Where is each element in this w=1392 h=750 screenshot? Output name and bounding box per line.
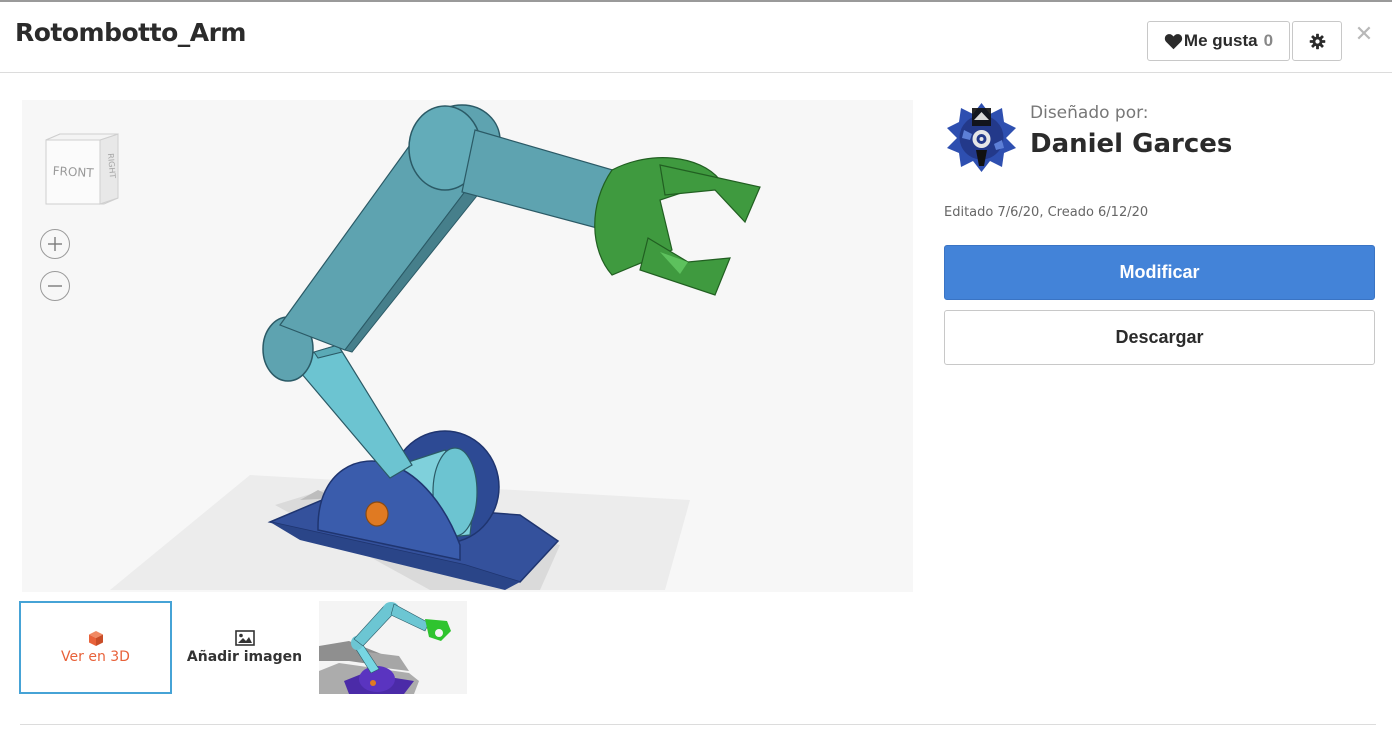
designer-name[interactable]: Daniel Garces xyxy=(1030,129,1232,159)
like-count: 0 xyxy=(1263,31,1274,50)
robot-arm-model xyxy=(110,104,761,590)
header: Rotombotto_Arm Me gusta 0 ✕ xyxy=(0,2,1392,73)
view-3d-label: Ver en 3D xyxy=(61,649,130,665)
3d-viewer[interactable]: FRONT RIGHT xyxy=(22,100,913,592)
close-button[interactable]: ✕ xyxy=(1352,22,1376,52)
page-title: Rotombotto_Arm xyxy=(15,18,246,47)
cube-icon xyxy=(88,631,103,646)
view-cube-front-label: FRONT xyxy=(52,164,94,180)
close-icon: ✕ xyxy=(1354,22,1374,47)
image-icon xyxy=(234,630,255,646)
gear-icon xyxy=(1309,33,1325,49)
add-image-thumbnail[interactable]: Añadir imagen xyxy=(172,601,317,694)
heart-icon xyxy=(1164,33,1183,49)
edit-create-dates: Editado 7/6/20, Creado 6/12/20 xyxy=(944,205,1149,220)
designed-by-label: Diseñado por: xyxy=(1030,103,1149,123)
modify-button[interactable]: Modificar xyxy=(944,245,1375,300)
add-image-label: Añadir imagen xyxy=(186,649,303,665)
minus-icon xyxy=(48,285,62,287)
like-button[interactable]: Me gusta 0 xyxy=(1147,21,1290,61)
divider xyxy=(20,724,1376,725)
zoom-out-button[interactable] xyxy=(40,271,70,301)
settings-button[interactable] xyxy=(1292,21,1342,61)
image-thumbnail[interactable] xyxy=(319,601,467,694)
view-cube[interactable]: FRONT RIGHT xyxy=(42,130,122,210)
robot-arm-thumbnail-image xyxy=(319,601,467,694)
view-3d-thumbnail[interactable]: Ver en 3D xyxy=(19,601,172,694)
zoom-in-button[interactable] xyxy=(40,229,70,259)
plus-icon xyxy=(48,237,62,251)
designer-avatar[interactable] xyxy=(944,100,1019,175)
like-label: Me gusta xyxy=(1183,31,1258,50)
download-button[interactable]: Descargar xyxy=(944,310,1375,365)
